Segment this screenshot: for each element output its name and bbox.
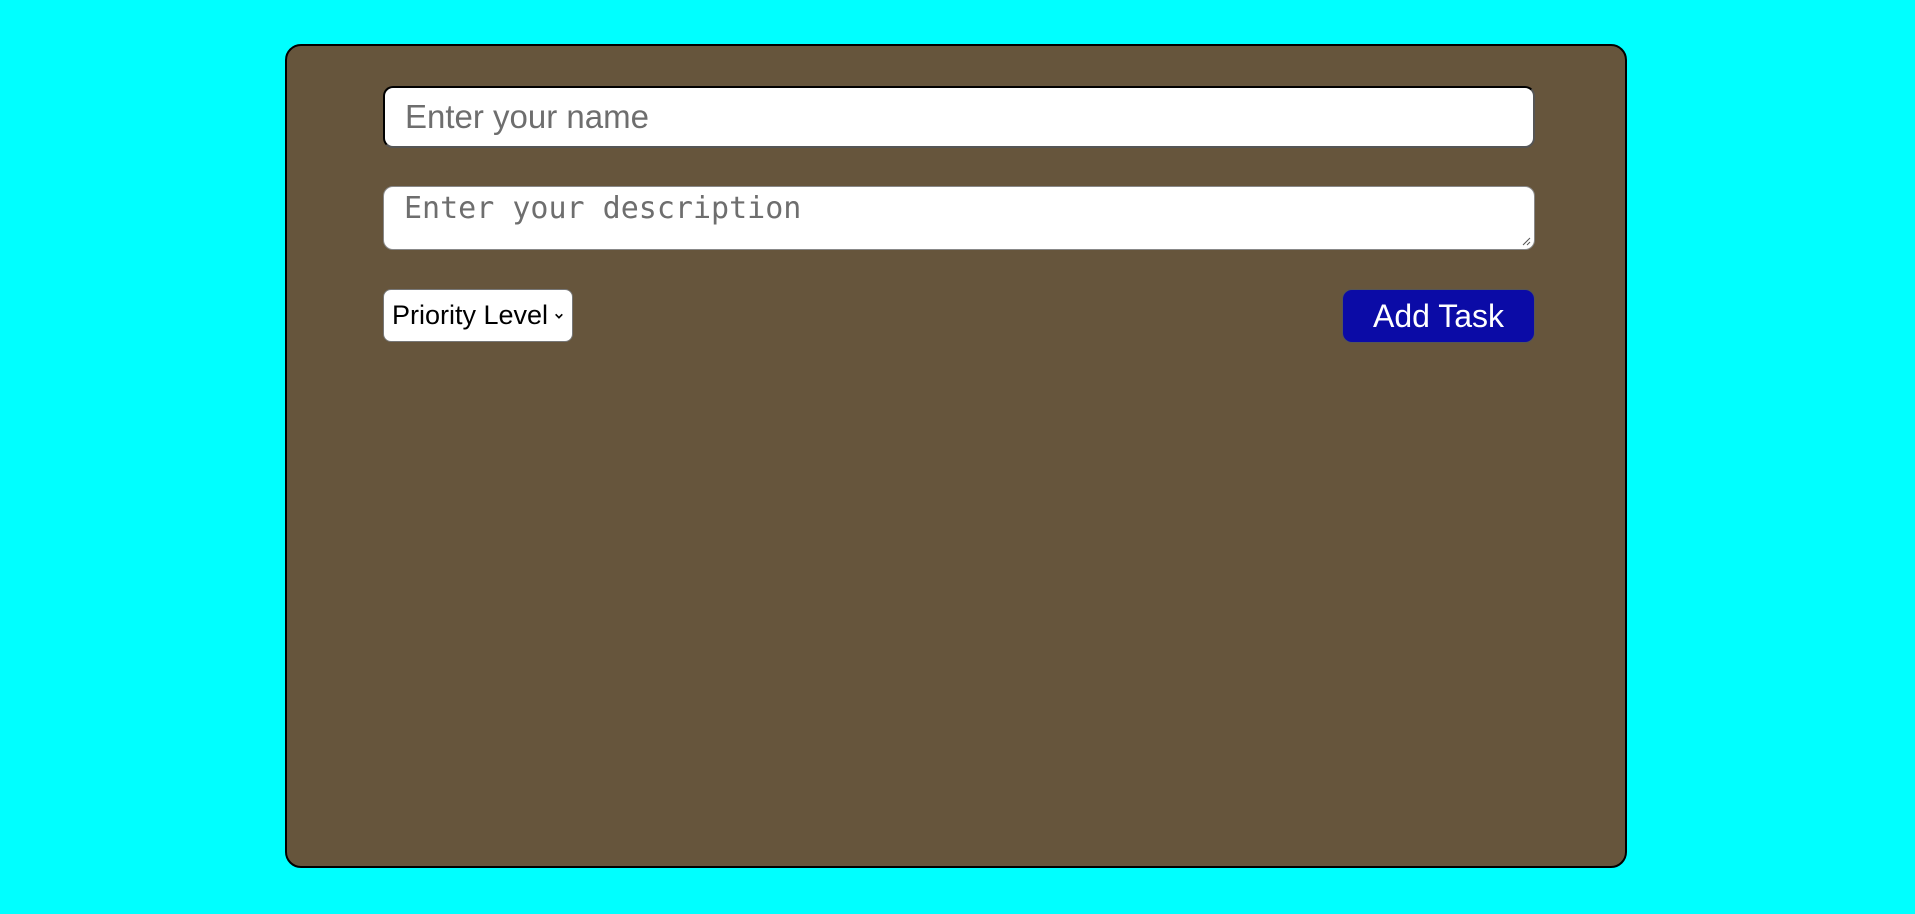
priority-level-select[interactable]: Priority Level bbox=[383, 289, 573, 342]
task-form-panel: Priority Level Add Task bbox=[285, 44, 1627, 868]
chevron-down-icon bbox=[555, 313, 563, 319]
description-input[interactable] bbox=[383, 186, 1535, 250]
priority-level-label: Priority Level bbox=[392, 300, 549, 330]
add-task-button[interactable]: Add Task bbox=[1342, 289, 1535, 343]
name-input[interactable] bbox=[383, 86, 1535, 148]
